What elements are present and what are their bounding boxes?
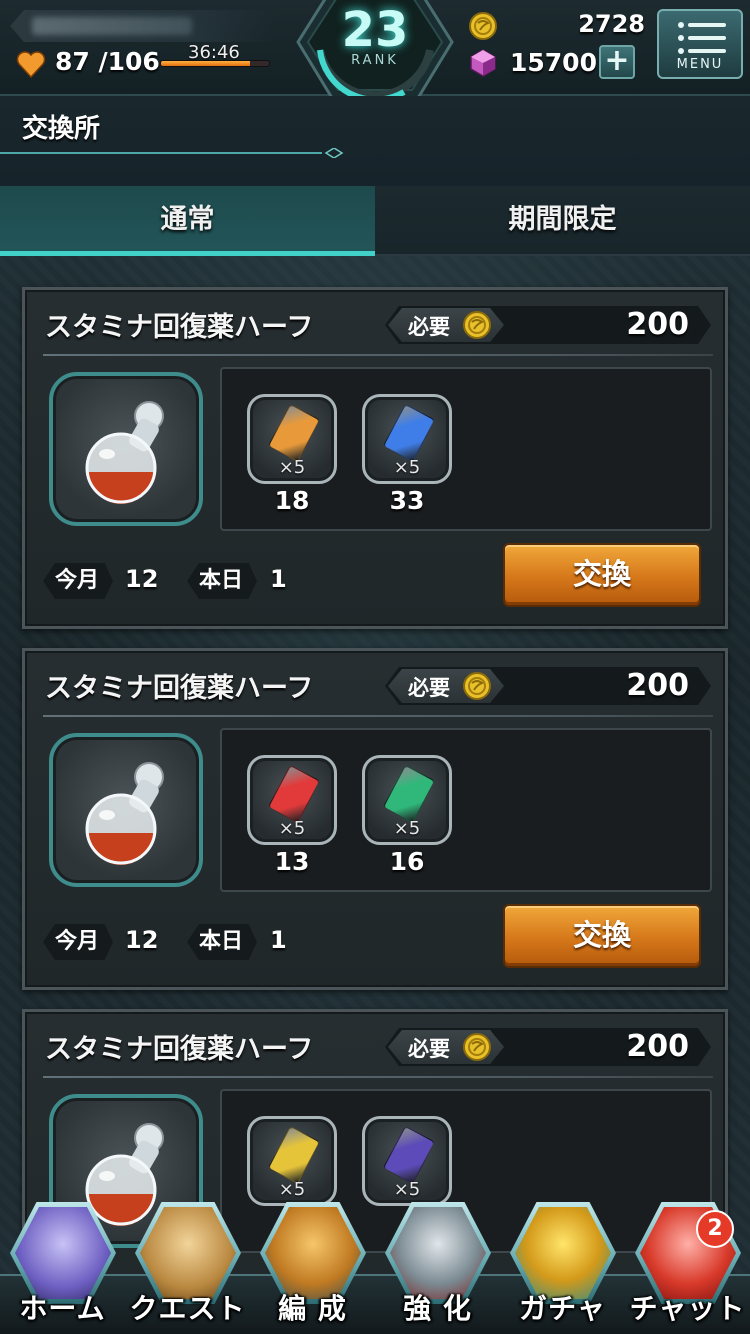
title-bar <box>0 96 750 186</box>
menu-label: MENU <box>676 57 724 72</box>
exchange-button[interactable]: 交換 <box>503 904 701 968</box>
rank-number: 23 <box>341 2 409 58</box>
material-slot[interactable]: ×5 <box>362 1116 452 1208</box>
requirement-value: 200 <box>626 668 689 703</box>
coin-amount: 2728 <box>578 10 645 38</box>
material-multiplier: ×5 <box>393 818 421 839</box>
gem-icon <box>470 49 496 77</box>
card-divider <box>43 354 713 356</box>
player-name-plate[interactable] <box>10 10 275 42</box>
nav-label: チャット <box>629 1292 746 1325</box>
material-icon: ×5 <box>247 755 337 845</box>
material-icon: ×5 <box>247 1116 337 1206</box>
material-icon: ×5 <box>362 1116 452 1206</box>
material-multiplier: ×5 <box>393 457 421 478</box>
stamina-timer: 36:46 <box>188 42 240 63</box>
item-name: スタミナ回復薬ハーフ <box>45 312 314 343</box>
stamina-value: 87 /106 <box>55 47 160 76</box>
daily-limit-value: 1 <box>270 565 287 593</box>
tab-bar: 通常 期間限定 <box>0 186 750 256</box>
item-name: スタミナ回復薬ハーフ <box>45 673 314 704</box>
page-title: 交換所 <box>22 114 101 144</box>
monthly-limit-label: 今月 <box>43 924 113 960</box>
material-crystal-icon <box>382 764 436 824</box>
daily-limit-label: 本日 <box>187 924 257 960</box>
material-slot[interactable]: ×5 33 <box>362 394 452 515</box>
material-count: 33 <box>389 486 425 515</box>
item-name: スタミナ回復薬ハーフ <box>45 1034 314 1065</box>
nav-item[interactable]: クエスト <box>125 1196 250 1334</box>
material-slot[interactable]: ×5 13 <box>247 755 337 876</box>
menu-button[interactable]: MENU <box>657 9 743 79</box>
requirement-label: 必要 <box>408 676 450 700</box>
gold-coin-icon <box>463 672 491 700</box>
monthly-limit-value: 12 <box>125 565 159 593</box>
material-count: 16 <box>389 847 425 876</box>
nav-item[interactable]: ホーム <box>0 1196 125 1334</box>
material-slot[interactable]: ×5 16 <box>362 755 452 876</box>
item-icon-frame[interactable] <box>49 733 203 887</box>
nav-label: 編 成 <box>278 1292 347 1325</box>
requirement-label: 必要 <box>408 315 450 339</box>
requirement-value: 200 <box>626 307 689 342</box>
exchange-card: スタミナ回復薬ハーフ 必要 200 ×5 <box>22 287 728 629</box>
monthly-limit-value: 12 <box>125 926 159 954</box>
requirement-value: 200 <box>626 1029 689 1064</box>
bottom-nav: ホーム クエスト 編 成 強 化 ガチャ チャット <box>0 1196 750 1334</box>
material-multiplier: ×5 <box>278 818 306 839</box>
daily-limit-value: 1 <box>270 926 287 954</box>
material-crystal-icon <box>267 764 321 824</box>
material-slot[interactable]: ×5 <box>247 1116 337 1208</box>
tab-normal[interactable]: 通常 <box>0 186 375 256</box>
nav-item[interactable]: ガチャ <box>500 1196 625 1334</box>
buy-gems-button[interactable]: + <box>599 45 635 79</box>
gold-coin-icon <box>463 311 491 339</box>
chat-notification-badge: 2 <box>696 1210 734 1248</box>
item-icon-frame[interactable] <box>49 372 203 526</box>
materials-panel: ×5 13 ×5 16 <box>220 728 712 892</box>
rank-badge[interactable]: 23 RANK <box>292 0 458 104</box>
exchange-card: スタミナ回復薬ハーフ 必要 200 ×5 <box>22 648 728 990</box>
nav-item[interactable]: 強 化 <box>375 1196 500 1334</box>
hamburger-icon <box>678 22 726 54</box>
nav-item[interactable]: チャット <box>625 1196 750 1334</box>
top-status-bar: 87 /106 36:46 23 RANK 2728 15700 + MENU <box>0 0 750 103</box>
exchange-button[interactable]: 交換 <box>503 543 701 607</box>
material-slot[interactable]: ×5 18 <box>247 394 337 515</box>
potion-icon <box>85 762 164 865</box>
requirement-label: 必要 <box>408 1037 450 1061</box>
card-divider <box>43 1076 713 1078</box>
daily-limit-label: 本日 <box>187 563 257 599</box>
material-count: 13 <box>274 847 310 876</box>
material-multiplier: ×5 <box>278 457 306 478</box>
monthly-limit-label: 今月 <box>43 563 113 599</box>
gold-coin-icon <box>469 12 497 40</box>
nav-item[interactable]: 編 成 <box>250 1196 375 1334</box>
material-icon: ×5 <box>247 394 337 484</box>
nav-label: クエスト <box>129 1292 246 1325</box>
gold-coin-icon <box>463 1033 491 1061</box>
nav-label: ホーム <box>19 1292 106 1325</box>
rank-label: RANK <box>351 53 399 68</box>
title-underline <box>0 148 344 158</box>
nav-label: 強 化 <box>403 1292 472 1325</box>
material-icon: ×5 <box>362 755 452 845</box>
material-crystal-icon <box>382 403 436 463</box>
heart-icon <box>16 51 46 78</box>
material-crystal-icon <box>382 1125 436 1185</box>
material-icon: ×5 <box>362 394 452 484</box>
gem-amount: 15700 <box>510 48 597 77</box>
tab-limited[interactable]: 期間限定 <box>375 186 750 256</box>
card-divider <box>43 715 713 717</box>
player-name-blurred <box>32 17 192 35</box>
nav-label: ガチャ <box>519 1292 606 1325</box>
potion-icon <box>85 401 164 504</box>
material-crystal-icon <box>267 1125 321 1185</box>
material-crystal-icon <box>267 403 321 463</box>
materials-panel: ×5 18 ×5 33 <box>220 367 712 531</box>
material-count: 18 <box>274 486 310 515</box>
